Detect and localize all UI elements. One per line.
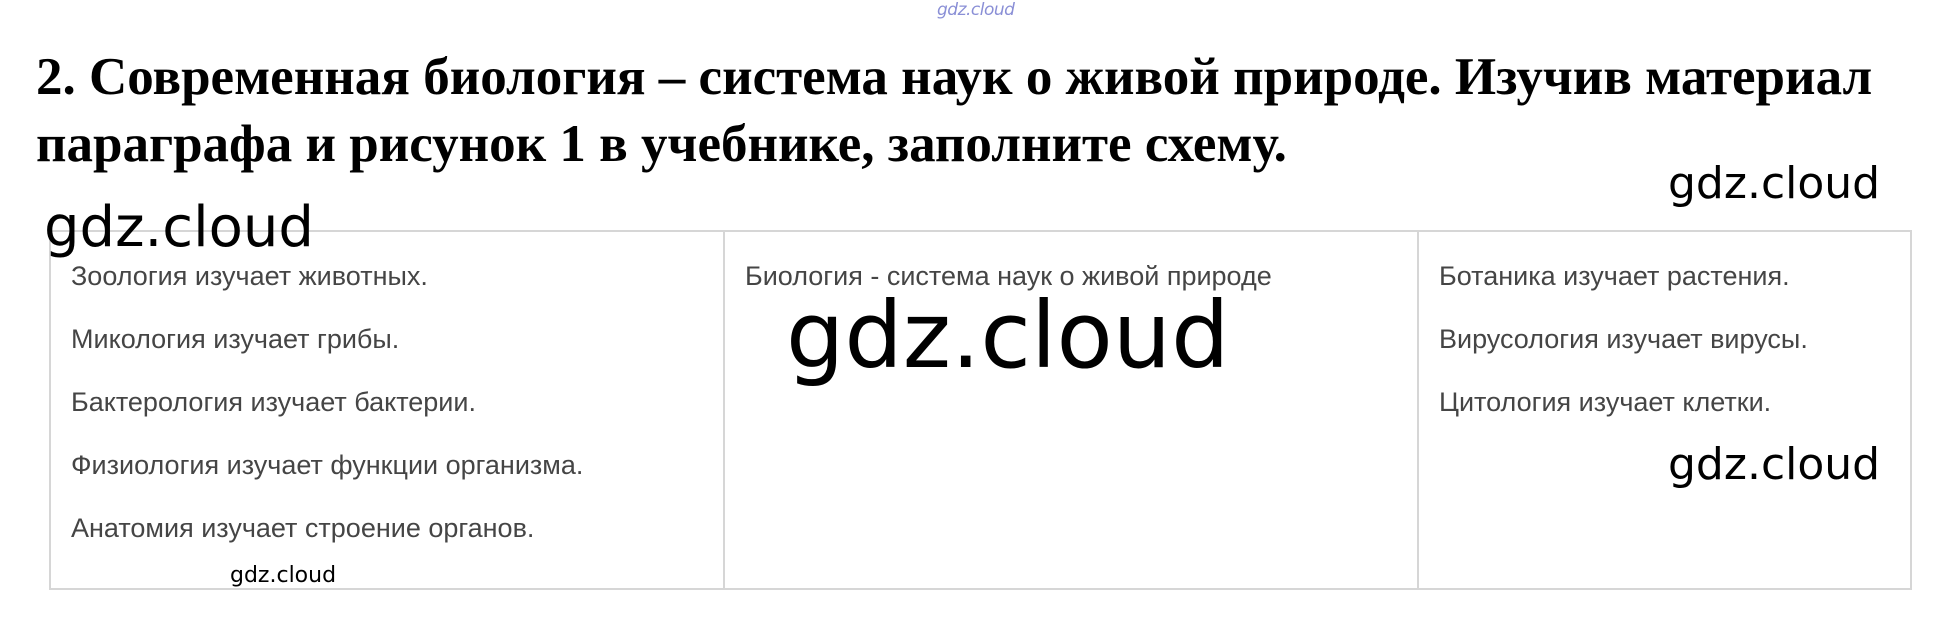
watermark-label: gdz.cloud [786, 282, 1230, 389]
task-title: 2. Современная биология – система наук о… [36, 48, 1873, 173]
scheme-right-column: Ботаника изучает растения. Вирусология и… [1419, 232, 1910, 588]
watermark-label: gdz.cloud [44, 195, 314, 260]
scheme-item-bacteriology: Бактерология изучает бактерии. [71, 387, 476, 417]
scheme-item-virology: Вирусология изучает вирусы. [1439, 324, 1808, 354]
scheme-item-anatomy: Анатомия изучает строение органов. [71, 513, 535, 543]
scheme-item-physiology: Физиология изучает функции организма. [71, 450, 584, 480]
watermark-label: gdz.cloud [1668, 439, 1881, 490]
scheme-item-botany: Ботаника изучает растения. [1439, 261, 1790, 291]
watermark-label: gdz.cloud [230, 563, 337, 588]
watermark-label: gdz.cloud [1668, 158, 1881, 209]
scheme-item-zoology: Зоология изучает животных. [71, 261, 428, 291]
top-watermark: gdz.cloud [937, 0, 1015, 20]
scheme-item-cytology: Цитология изучает клетки. [1439, 387, 1772, 417]
scheme-left-column: Зоология изучает животных. Микология изу… [51, 232, 725, 588]
scheme-item-mycology: Микология изучает грибы. [71, 324, 400, 354]
